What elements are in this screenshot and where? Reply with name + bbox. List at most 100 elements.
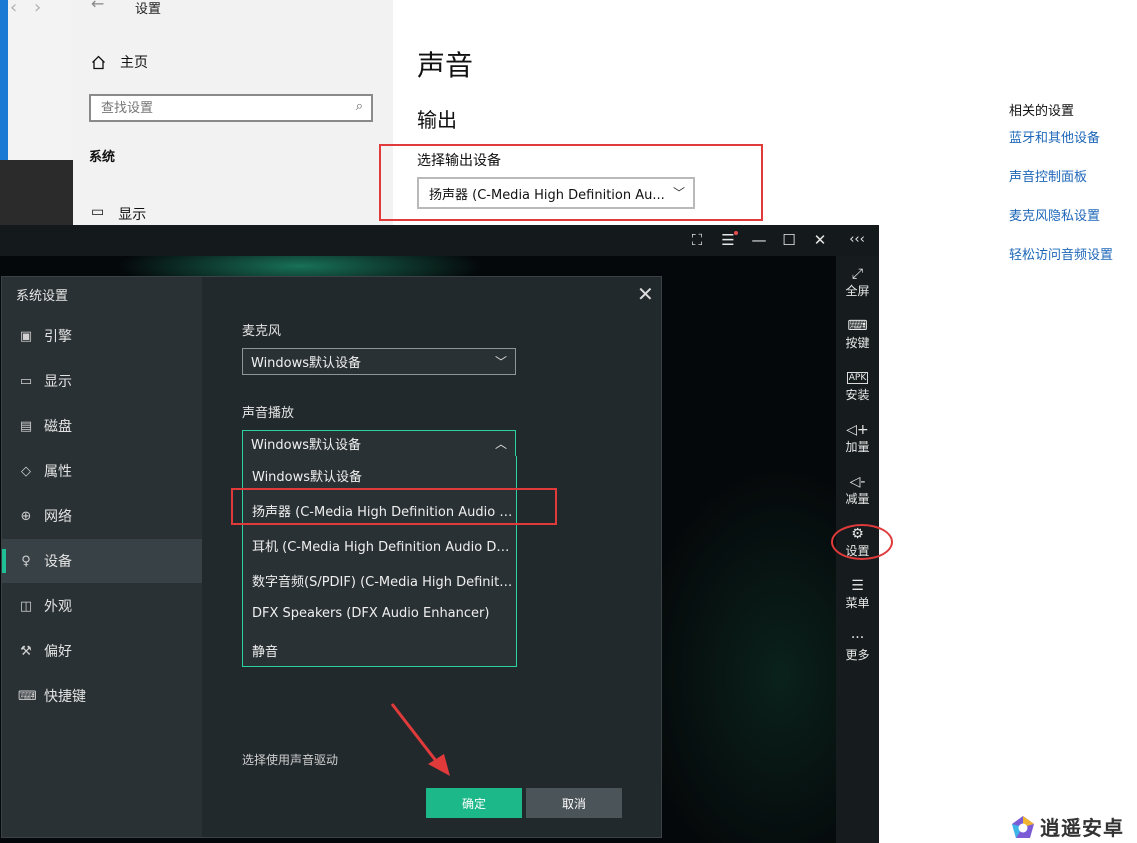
ease-audio-link[interactable]: 轻松访问音频设置 (1009, 244, 1113, 263)
maximize-icon[interactable]: ☐ (778, 230, 800, 250)
display-label: 显示 (118, 207, 147, 223)
close-icon[interactable]: ✕ (637, 282, 654, 306)
playback-label: 声音播放 (242, 406, 295, 421)
microphone-icon: ♀ (21, 553, 31, 569)
playback-select[interactable]: Windows默认设备 ︿ (242, 430, 516, 457)
nav-item-device[interactable]: ♀ 设备 (2, 539, 202, 583)
logo-icon (1012, 815, 1034, 838)
screenshot-icon[interactable]: ⛶ (686, 230, 708, 250)
volume-up-button[interactable]: ◁+ 加量 (836, 420, 879, 454)
display-nav-item[interactable]: ▭ 显示 (91, 204, 146, 224)
toolbar-label: 更多 (845, 648, 870, 662)
nav-label: 磁盘 (44, 419, 72, 435)
menu-icon: ☰ (851, 578, 864, 594)
highlight-box-speaker (231, 488, 557, 525)
home-label: 主页 (120, 55, 148, 71)
collapse-sidebar-icon[interactable]: ‹‹‹ (844, 230, 870, 250)
annotation-arrow (390, 703, 450, 776)
bluetooth-link[interactable]: 蓝牙和其他设备 (1009, 127, 1100, 146)
dialog-title: 系统设置 (16, 289, 69, 304)
apk-icon: APK (846, 372, 869, 384)
home-icon (92, 55, 105, 69)
back-arrow-icon[interactable]: ‹ (10, 0, 17, 18)
chevron-down-icon: ﹀ (494, 355, 507, 369)
volume-down-button[interactable]: ◁- 减量 (836, 472, 879, 506)
desktop-taskbar-strip (0, 0, 8, 160)
browser-window-edge: ‹ › (8, 0, 74, 160)
volume-up-icon: ◁+ (846, 422, 869, 438)
settings-sidebar: ← 设置 主页 ⌕ 系统 ▭ 显示 (73, 0, 393, 225)
mic-value: Windows默认设备 (251, 356, 362, 371)
nav-item-appearance[interactable]: ◫ 外观 (2, 584, 202, 628)
nav-label: 设备 (44, 554, 72, 570)
nav-item-properties[interactable]: ◇ 属性 (2, 449, 202, 493)
menu-button[interactable]: ☰ 菜单 (836, 576, 879, 610)
chevron-up-icon: ︿ (494, 437, 507, 451)
toolbar-label: 安装 (845, 388, 870, 402)
ok-button[interactable]: 确定 (426, 788, 522, 818)
globe-icon: ⊕ (20, 508, 32, 524)
notification-dot (734, 231, 738, 235)
toolbar-label: 菜单 (845, 596, 870, 610)
fullscreen-icon: ⤢ (851, 266, 864, 282)
toolbar-label: 加量 (845, 440, 870, 454)
nav-label: 外观 (44, 599, 72, 615)
highlight-ellipse-settings (831, 524, 893, 560)
nav-item-engine[interactable]: ▣ 引擎 (2, 314, 202, 358)
toolbar-label: 按键 (845, 336, 870, 350)
nav-item-display[interactable]: ▭ 显示 (2, 359, 202, 403)
dropdown-option[interactable]: 耳机 (C-Media High Definition Audio Device… (252, 536, 514, 555)
mic-select[interactable]: Windows默认设备 ﹀ (242, 348, 516, 375)
minimize-icon[interactable]: — (748, 230, 770, 250)
settings-search[interactable]: ⌕ (89, 94, 373, 122)
watermark-text: 逍遥安卓 (1040, 816, 1124, 840)
install-apk-button[interactable]: APK 安装 (836, 368, 879, 402)
keyboard-icon: ⌨ (847, 318, 868, 334)
sound-control-panel-link[interactable]: 声音控制面板 (1009, 166, 1087, 185)
keymap-button[interactable]: ⌨ 按键 (836, 316, 879, 350)
nav-label: 引擎 (44, 329, 72, 345)
back-arrow-icon[interactable]: ← (91, 0, 104, 13)
driver-label: 选择使用声音驱动 (242, 753, 339, 767)
close-icon[interactable]: ✕ (809, 230, 831, 250)
dropdown-option[interactable]: 静音 (252, 641, 514, 660)
forward-arrow-icon[interactable]: › (34, 0, 41, 18)
monitor-icon: ▭ (19, 373, 33, 389)
search-input[interactable] (91, 96, 351, 120)
chip-icon: ▣ (19, 328, 33, 344)
nav-label: 偏好 (44, 644, 72, 660)
mic-privacy-link[interactable]: 麦克风隐私设置 (1009, 205, 1100, 224)
settings-window-title: 设置 (135, 2, 162, 17)
highlight-box-output (379, 144, 763, 221)
dropdown-option[interactable]: Windows默认设备 (252, 466, 514, 485)
desktop-background (0, 160, 73, 225)
monitor-icon: ▭ (91, 204, 105, 220)
page-title: 声音 (417, 49, 474, 82)
more-button[interactable]: ··· 更多 (836, 628, 879, 662)
related-settings-title: 相关的设置 (1009, 104, 1075, 119)
more-icon: ··· (850, 630, 865, 646)
search-icon[interactable]: ⌕ (356, 99, 363, 114)
nav-item-disk[interactable]: ▤ 磁盘 (2, 404, 202, 448)
section-label: 系统 (89, 150, 116, 165)
tag-icon: ◇ (21, 463, 31, 479)
fullscreen-button[interactable]: ⤢ 全屏 (836, 264, 879, 298)
toolbar-label: 全屏 (845, 284, 870, 298)
nav-label: 属性 (44, 464, 72, 480)
disk-icon: ▤ (19, 418, 33, 434)
volume-down-icon: ◁- (849, 474, 866, 490)
nav-item-shortcuts[interactable]: ⌨ 快捷键 (2, 674, 202, 718)
watermark: 逍遥安卓 (1010, 812, 1124, 841)
nav-label: 快捷键 (44, 689, 86, 705)
output-heading: 输出 (417, 108, 457, 132)
nav-item-preferences[interactable]: ⚒ 偏好 (2, 629, 202, 673)
nav-item-network[interactable]: ⊕ 网络 (2, 494, 202, 538)
cancel-button[interactable]: 取消 (526, 788, 622, 818)
dropdown-option[interactable]: 数字音频(S/PDIF) (C-Media High Definition ..… (252, 571, 514, 590)
wrench-icon: ⚒ (20, 643, 32, 659)
home-nav-item[interactable]: 主页 (91, 52, 148, 72)
dropdown-option[interactable]: DFX Speakers (DFX Audio Enhancer) (252, 606, 514, 621)
appearance-icon: ◫ (19, 598, 33, 614)
keyboard-icon: ⌨ (18, 688, 37, 704)
playback-value: Windows默认设备 (251, 438, 362, 453)
